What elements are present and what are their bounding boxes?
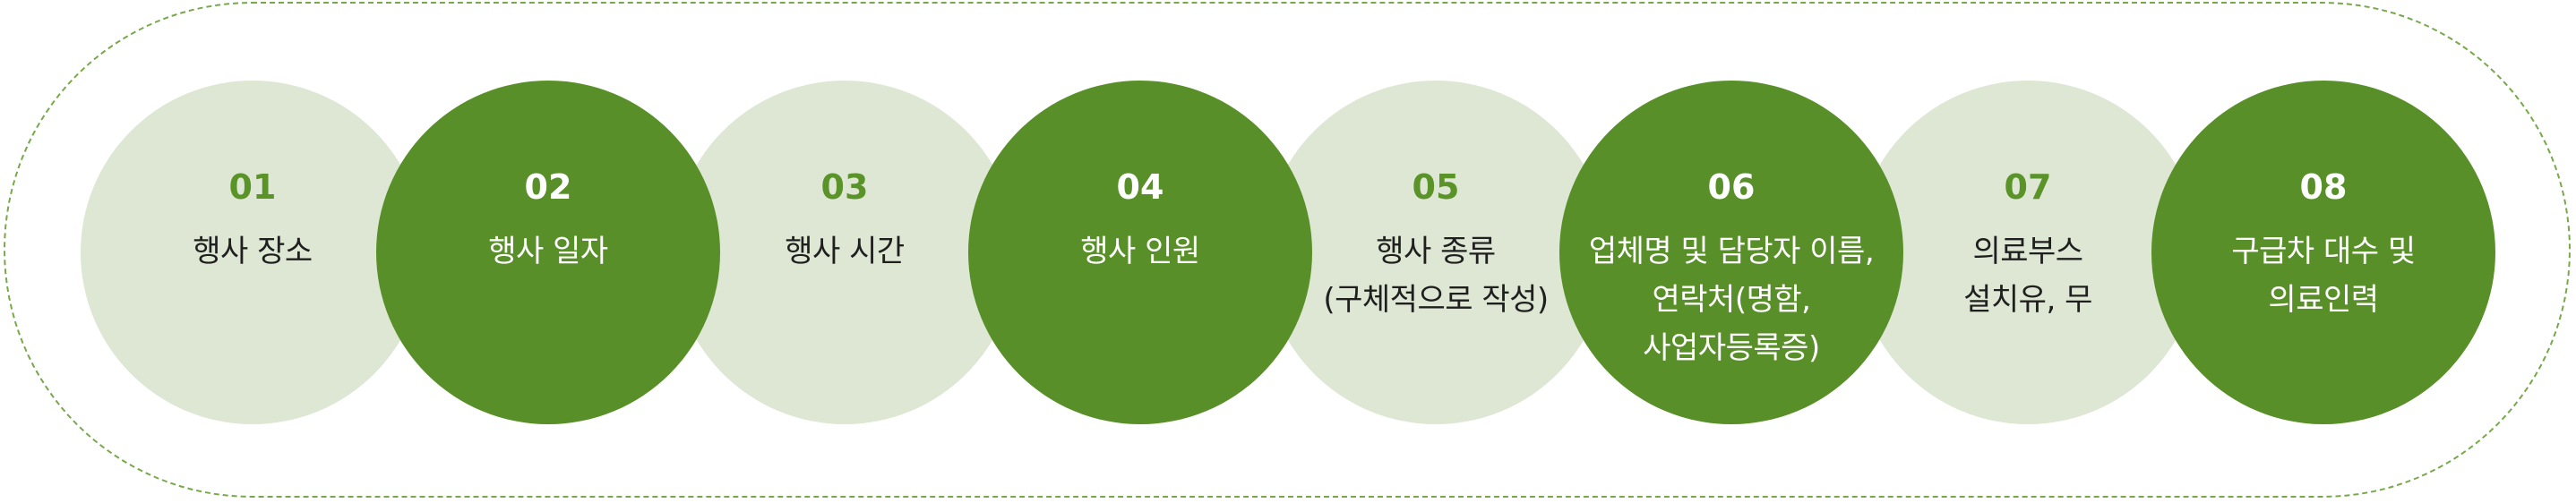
step-01-circle: 01 행사 장소	[81, 81, 425, 424]
step-label: 행사 시간	[785, 234, 905, 269]
step-label: 행사 장소	[193, 234, 313, 269]
step-number: 03	[820, 167, 869, 207]
step-08-circle: 08 구급차 대수 및 의료인력	[2151, 81, 2495, 424]
step-06-circle: 06 업체명 및 담당자 이름, 연락처(명함, 사업자등록증)	[1559, 81, 1903, 424]
step-label: 구급차 대수 및 의료인력	[2231, 234, 2416, 318]
step-number: 06	[1707, 167, 1756, 207]
step-05-circle: 05 행사 종류 (구체적으로 작성)	[1264, 81, 1608, 424]
step-label: 의료부스 설치유, 무	[1963, 234, 2092, 318]
step-number: 07	[2004, 167, 2052, 207]
step-04-circle: 04 행사 인원	[968, 81, 1312, 424]
step-number: 04	[1116, 167, 1164, 207]
step-number: 05	[1412, 167, 1460, 207]
step-label: 행사 종류 (구체적으로 작성)	[1323, 234, 1549, 318]
step-label: 행사 인원	[1080, 234, 1200, 269]
step-07-circle: 07 의료부스 설치유, 무	[1856, 81, 2200, 424]
step-number: 02	[524, 167, 572, 207]
step-02-circle: 02 행사 일자	[376, 81, 720, 424]
step-label: 행사 일자	[488, 234, 608, 269]
step-number: 08	[2299, 167, 2348, 207]
step-label: 업체명 및 담당자 이름, 연락처(명함, 사업자등록증)	[1588, 234, 1875, 366]
step-number: 01	[228, 167, 277, 207]
step-03-circle: 03 행사 시간	[673, 81, 1017, 424]
